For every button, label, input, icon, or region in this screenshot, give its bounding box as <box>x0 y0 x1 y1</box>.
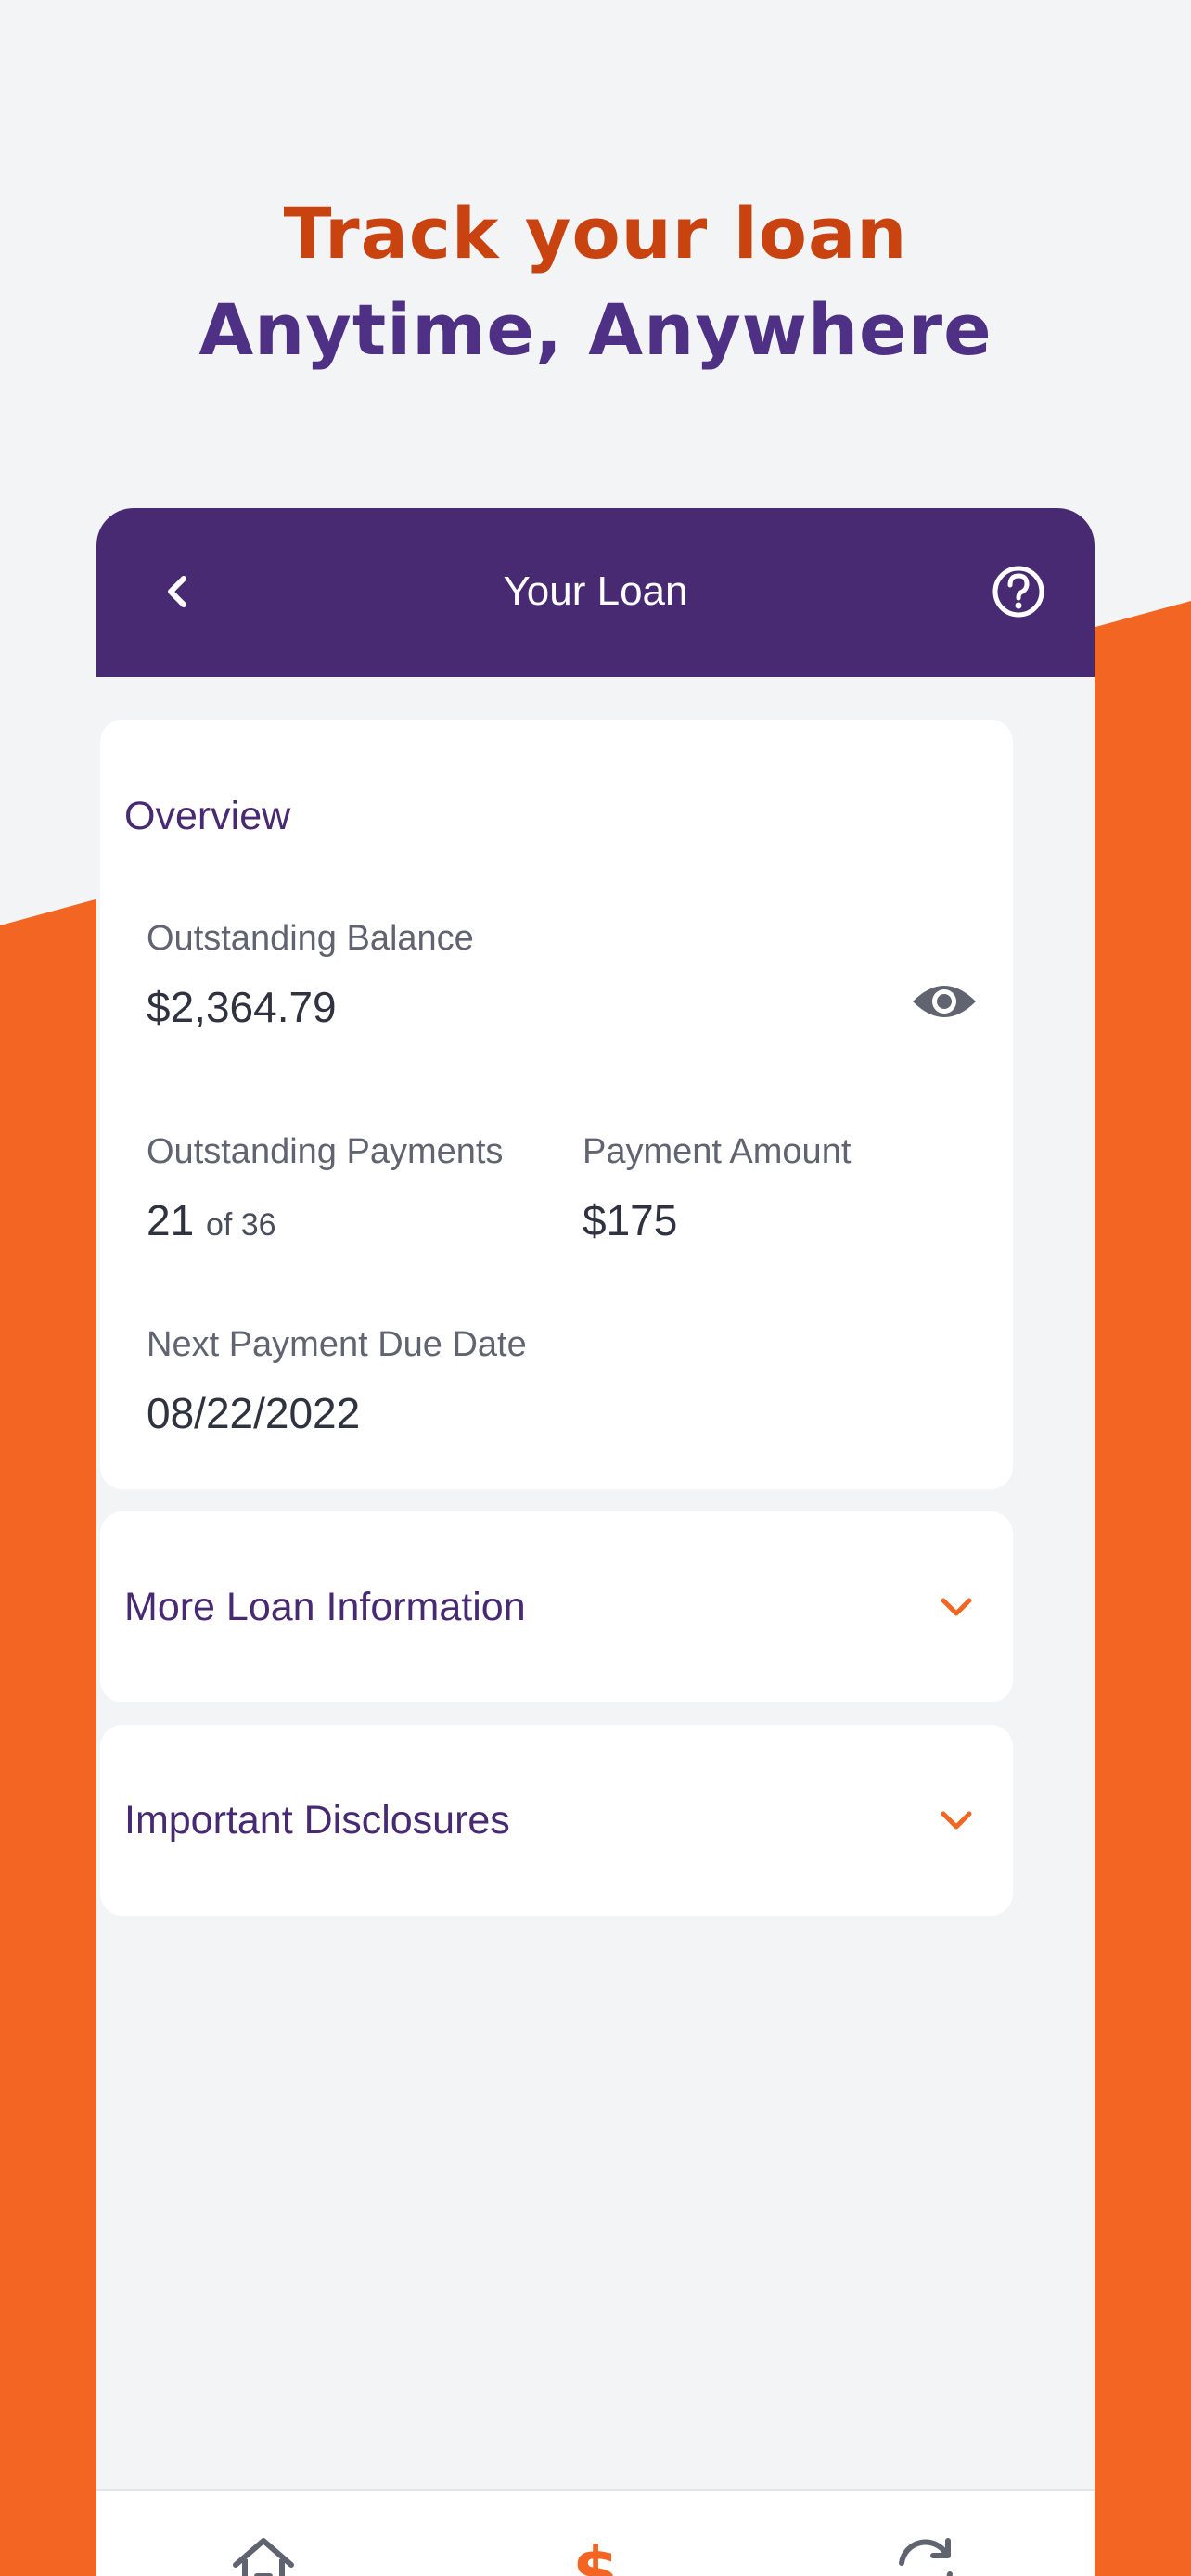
page-title: Your Loan <box>503 568 688 614</box>
payment-amount-label: Payment Amount <box>583 1132 852 1171</box>
important-disclosures-section[interactable]: Important Disclosures <box>100 1725 1013 1916</box>
payment-amount-value: $175 <box>583 1196 678 1244</box>
next-due-date-label: Next Payment Due Date <box>147 1325 527 1364</box>
tab-refinance[interactable] <box>887 2530 965 2576</box>
tab-loan[interactable]: $ <box>557 2530 634 2576</box>
help-circle-icon <box>992 566 1044 618</box>
tab-home[interactable] <box>224 2530 302 2576</box>
hero-heading: Track your loan Anytime, Anywhere <box>0 185 1191 378</box>
more-loan-information-section[interactable]: More Loan Information <box>100 1511 1013 1702</box>
hero-title: Track your loan <box>283 192 908 274</box>
toggle-balance-visibility-button[interactable] <box>911 977 978 1026</box>
overview-card: Overview Outstanding Balance $2,364.79 O… <box>100 720 1013 1489</box>
outstanding-balance-value: $2,364.79 <box>147 983 337 1031</box>
overview-title: Overview <box>124 794 291 838</box>
home-icon <box>233 2538 294 2576</box>
chevron-down-icon <box>941 1811 972 1830</box>
eye-icon <box>913 986 976 1017</box>
app-header: Your Loan <box>96 508 1095 677</box>
dollar-icon: $ <box>572 2532 619 2576</box>
payments-count: 21 <box>147 1196 195 1244</box>
refresh-icon <box>899 2538 953 2576</box>
next-due-date-value: 08/22/2022 <box>147 1389 361 1437</box>
more-loan-information-title: More Loan Information <box>124 1585 526 1629</box>
outstanding-payments-value: 21 of 36 <box>147 1192 276 1253</box>
payments-total: of 36 <box>205 1207 276 1243</box>
svg-text:$: $ <box>572 2532 619 2576</box>
bottom-tab-bar: $ <box>96 2489 1095 2576</box>
chevron-down-icon <box>941 1598 972 1616</box>
outstanding-balance-label: Outstanding Balance <box>147 919 474 958</box>
help-button[interactable] <box>985 558 1052 625</box>
outstanding-payments-label: Outstanding Payments <box>147 1132 504 1171</box>
important-disclosures-title: Important Disclosures <box>124 1798 510 1843</box>
hero-subtitle: Anytime, Anywhere <box>198 288 992 371</box>
phone-screen: Your Loan Overview Outstanding Balance $… <box>96 508 1095 2576</box>
